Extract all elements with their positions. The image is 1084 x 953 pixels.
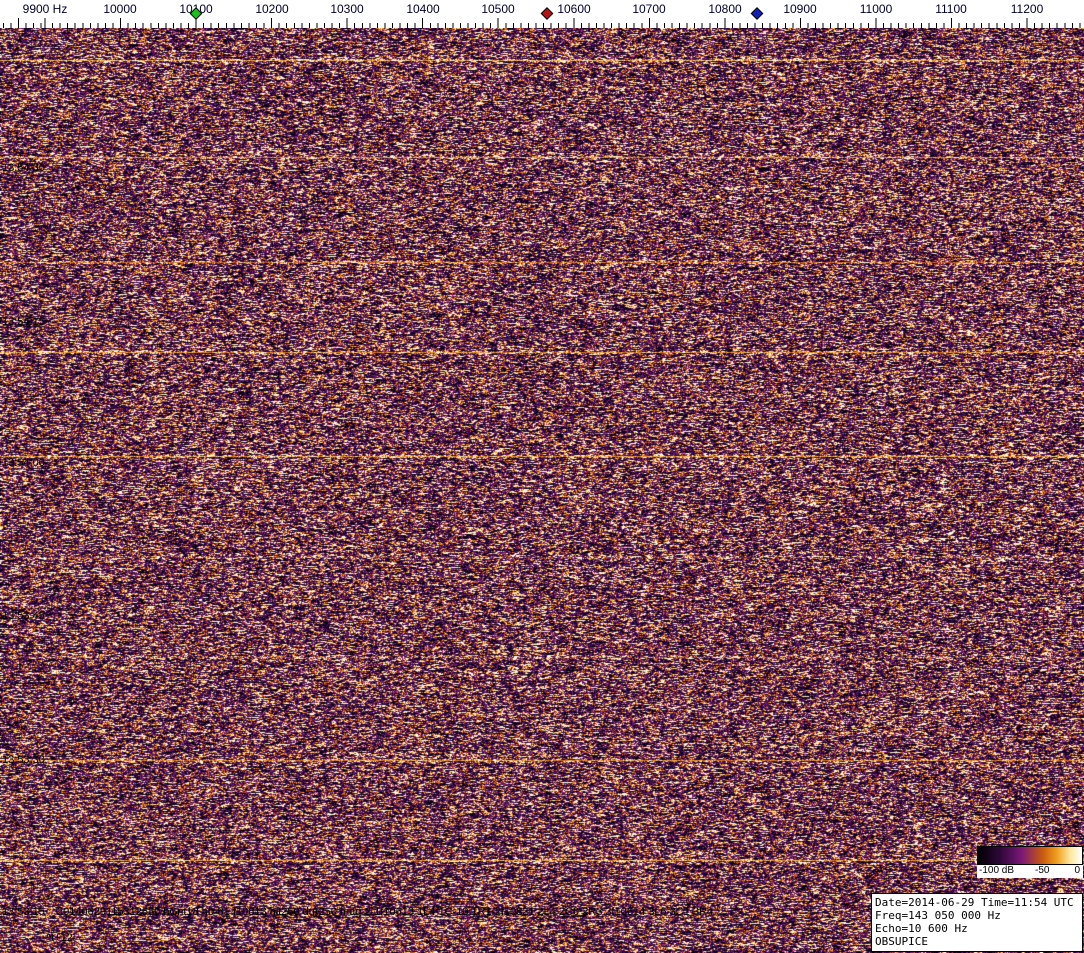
detection-status-line: 20140629115312680 hCnt18 nb-81 f10613 hi…	[57, 906, 714, 918]
colorbar-min-label: -100 dB	[979, 865, 1015, 876]
freq-tick-label: 10300	[330, 2, 364, 16]
freq-tick-label: 10500	[481, 2, 515, 16]
time-label: 13:54:00	[2, 457, 45, 469]
freq-tick-label: 10600	[557, 2, 591, 16]
info-frequency: Freq=143 050 000 Hz	[875, 909, 1001, 922]
frequency-scale[interactable]: 9900 Hz 10000 10100 10200 10300 10400 10…	[0, 0, 1084, 28]
freq-tick-label: 10900	[783, 2, 817, 16]
freq-tick-label: 10800	[708, 2, 742, 16]
freq-tick-label: 10400	[406, 2, 440, 16]
colorbar-mid-label: -50	[1035, 865, 1050, 876]
freq-tick-label: 10000	[103, 2, 137, 16]
freq-tick-label: 10700	[632, 2, 666, 16]
info-station: OBSUPICE	[875, 935, 928, 948]
time-label: 13:53:15	[2, 906, 45, 918]
spectrogram-app: 9900 Hz 10000 10100 10200 10300 10400 10…	[0, 0, 1084, 953]
colorbar-labels: -100 dB -50 0	[977, 865, 1083, 878]
spectrogram-canvas[interactable]	[0, 28, 1084, 953]
info-box: Date=2014-06-29 Time=11:54 UTC Freq=143 …	[871, 893, 1083, 952]
freq-tick-label: 10200	[255, 2, 289, 16]
colorbar-gradient	[977, 846, 1083, 865]
time-label: 13:54:15	[2, 316, 45, 328]
info-date-time: Date=2014-06-29 Time=11:54 UTC	[875, 896, 1074, 909]
colorbar-max-label: 0	[1074, 865, 1080, 876]
info-echo: Echo=10 600 Hz	[875, 922, 968, 935]
freq-tick-label: 9900 Hz	[22, 2, 68, 16]
frequency-major-ticks	[0, 18, 1084, 28]
time-label: 13:53:45	[2, 610, 45, 622]
cursor-readout: ^t+12	[46, 932, 73, 944]
time-label: 13:54:30	[2, 162, 45, 174]
freq-tick-label: 11200	[1010, 2, 1044, 16]
waterfall-display[interactable]: 13:54:30 13:54:15 13:54:00 13:53:45 13:5…	[0, 28, 1084, 953]
freq-tick-label: 11000	[859, 2, 893, 16]
colorbar: -100 dB -50 0	[977, 846, 1083, 878]
time-label: 13:53:30	[2, 754, 45, 766]
freq-tick-label: 11100	[935, 2, 967, 16]
